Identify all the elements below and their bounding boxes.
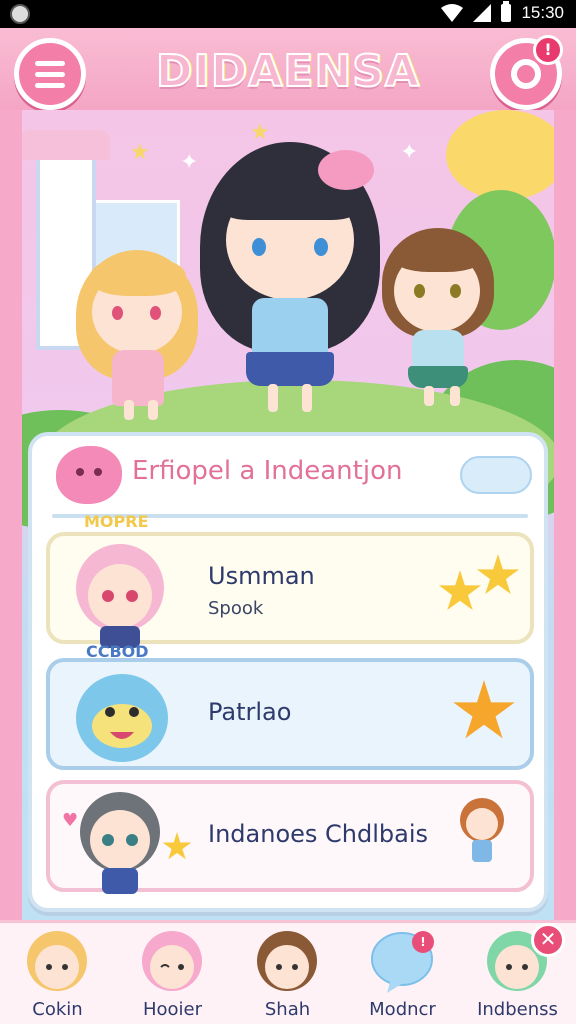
panel-title: Erfiopel a Indeantjon [132,456,403,486]
entry-name: Usmman [208,562,315,590]
gray-hair-avatar [80,792,160,894]
selection-panel: Erfiopel a Indeantjon MOPRE Usmman Spook… [28,432,548,912]
blue-creature-avatar [76,674,168,762]
star-icon [476,554,520,595]
notification-badge: ! [412,931,434,953]
wifi-icon [441,4,464,22]
hamburger-icon [35,60,65,66]
pink-hair-avatar [76,544,164,648]
menu-button[interactable] [14,38,86,110]
star-mascot-decoration [438,680,518,746]
nav-item-cokin[interactable]: Cokin [0,923,115,1024]
panel-header: Erfiopel a Indeantjon [38,442,538,506]
top-header: DIDAENSA ! [0,28,576,110]
nav-item-modncr[interactable]: ! Modncr [345,923,460,1024]
entry-name: Patrlao [208,698,292,726]
music-note-icon [511,59,541,89]
pink-blob-icon [56,446,122,504]
hamburger-icon-line [35,82,65,88]
nav-item-shah[interactable]: Shah [230,923,345,1024]
signal-icon [473,4,492,22]
character-entry[interactable]: MOPRE Usmman Spook [46,512,534,648]
close-button[interactable]: ✕ [531,923,565,957]
game-title: DIDAENSA [155,45,421,98]
character-entry[interactable]: CCBOD Patrlao [46,642,534,770]
nav-label: Shah [264,999,311,1020]
nav-label: Cokin [32,999,83,1020]
entry-name: Indanoes Chdlbais [208,820,429,848]
star-icon [438,570,482,611]
nav-label: Modncr [369,999,436,1020]
app-notification-icon [10,4,30,24]
brown-girl-avatar-icon [257,931,317,991]
blonde-girl-avatar-icon [27,931,87,991]
brown-girl-icon [460,798,504,862]
nav-label: Hooier [142,999,203,1020]
nav-label: Indbenss [477,999,558,1020]
nav-item-hooier[interactable]: Hooier [115,923,230,1024]
status-time: 15:30 [521,3,564,22]
stars-decoration [438,554,520,620]
nav-item-indbenss[interactable]: ✕ Indbenss [460,923,575,1024]
avatar-tag: CCBOD [86,642,149,661]
status-bar: 15:30 [0,0,576,28]
character-entry[interactable]: ♥ Indanoes Chdlbais [46,780,534,894]
pink-girl-avatar-icon [142,931,202,991]
entry-subtitle: Spook [208,598,264,619]
notification-badge: ! [533,35,563,65]
battery-icon [501,1,512,22]
bottom-navigation: Cokin Hooier Shah ! Modncr ✕ Indbenss [0,920,576,1024]
cloud-icon [460,456,532,494]
heart-icon: ♥ [62,810,79,831]
star-icon [453,680,515,739]
avatar-tag: MOPRE [84,512,149,531]
music-button[interactable]: ! [490,35,563,110]
hamburger-icon-line [35,71,65,77]
